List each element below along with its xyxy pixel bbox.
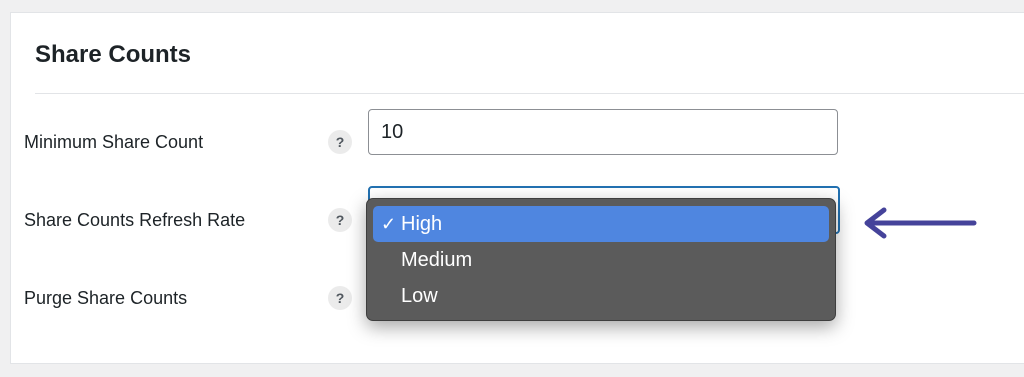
option-medium[interactable]: Medium bbox=[373, 242, 829, 278]
refresh-rate-dropdown-menu: ✓ High Medium Low bbox=[366, 198, 836, 321]
help-icon[interactable]: ? bbox=[328, 208, 352, 232]
minimum-share-count-input[interactable] bbox=[368, 109, 838, 155]
option-label: Low bbox=[401, 285, 438, 307]
option-label: High bbox=[401, 213, 443, 235]
minimum-share-count-label: Minimum Share Count bbox=[24, 132, 204, 152]
checkmark-icon: ✓ bbox=[381, 214, 397, 234]
refresh-rate-label: Share Counts Refresh Rate bbox=[24, 210, 246, 230]
option-low[interactable]: Low bbox=[373, 278, 829, 314]
help-icon[interactable]: ? bbox=[328, 286, 352, 310]
divider bbox=[35, 93, 1024, 94]
left-arrow-icon bbox=[864, 207, 977, 239]
option-high[interactable]: ✓ High bbox=[373, 206, 829, 242]
help-icon[interactable]: ? bbox=[328, 130, 352, 154]
option-label: Medium bbox=[401, 249, 473, 271]
panel-title: Share Counts bbox=[35, 41, 192, 68]
purge-share-counts-label: Purge Share Counts bbox=[24, 288, 188, 308]
